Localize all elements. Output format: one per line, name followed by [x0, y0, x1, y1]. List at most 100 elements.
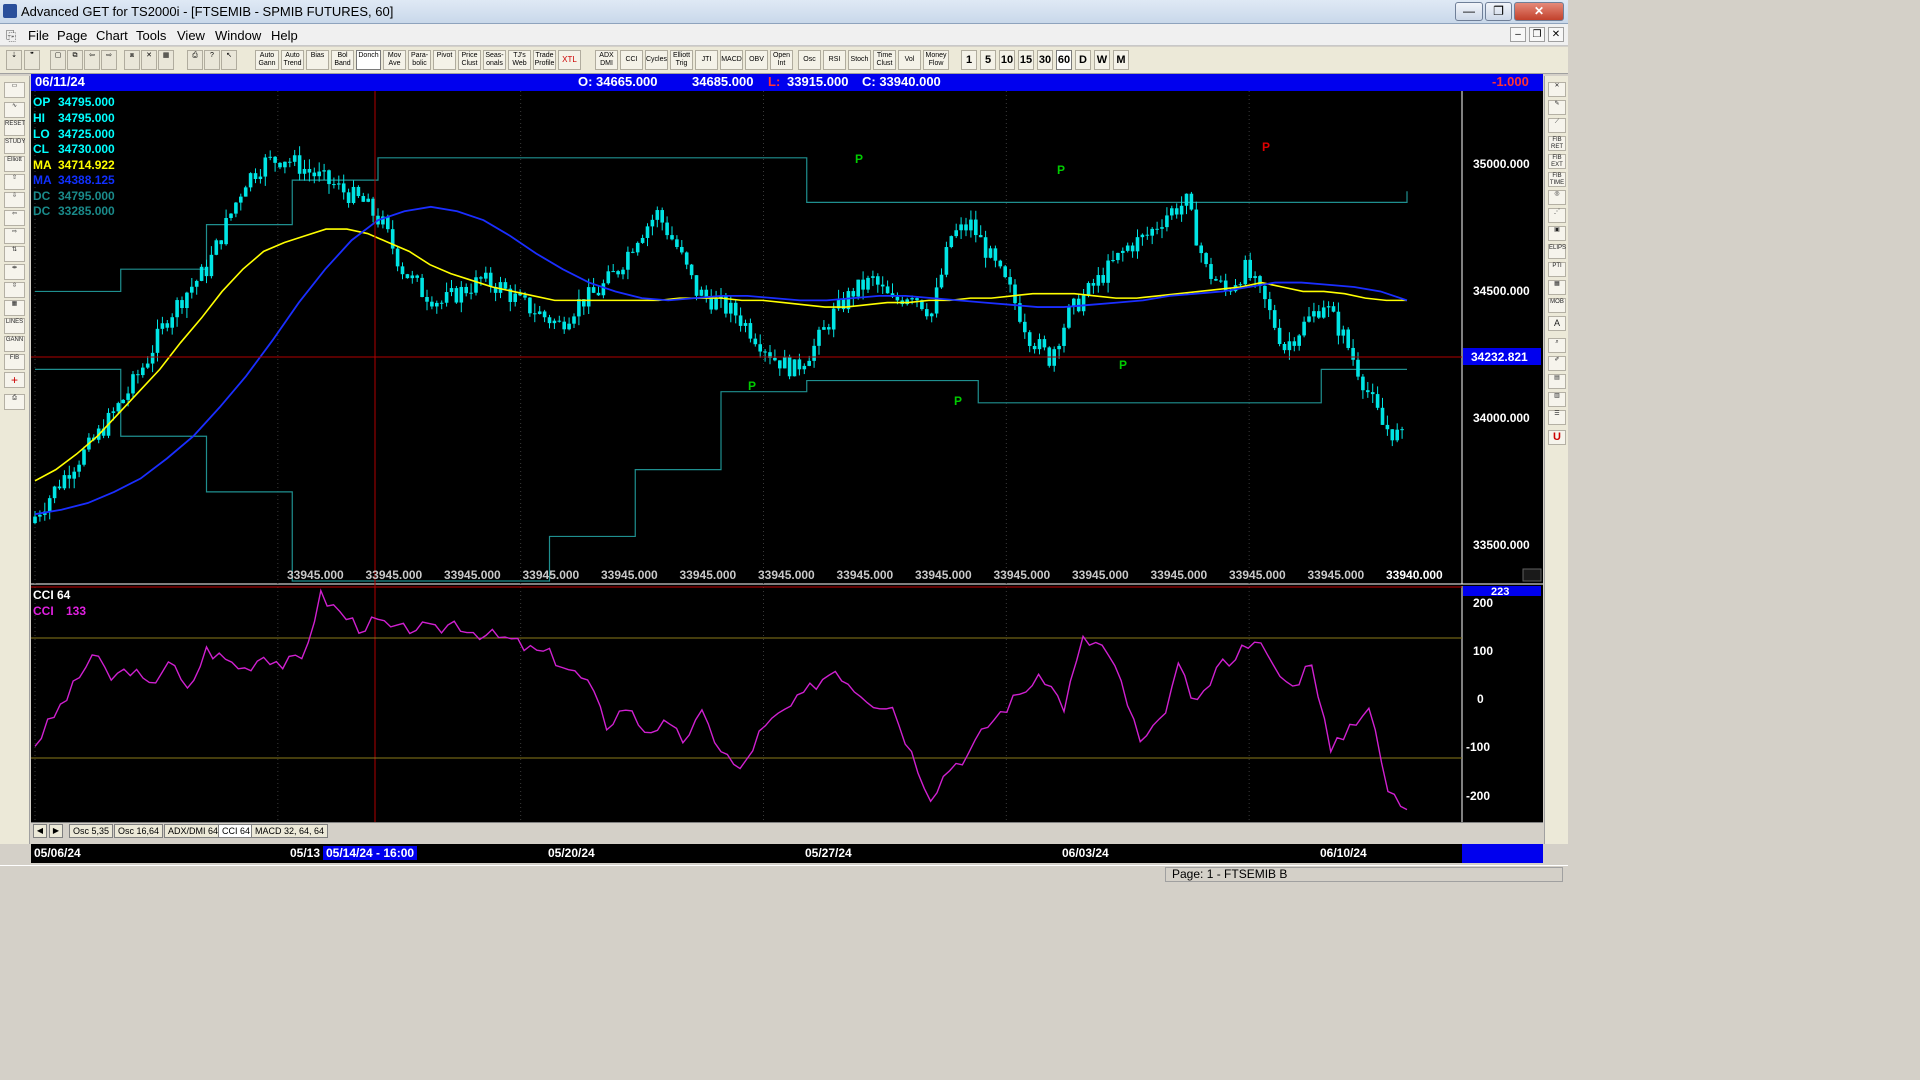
elliott-tool-icon[interactable]: Elliott: [4, 156, 25, 172]
mdi-close-button[interactable]: ✕: [1548, 27, 1564, 42]
cycle-tool-icon[interactable]: ∿: [4, 102, 25, 118]
gann-tool-icon[interactable]: GANN: [4, 336, 25, 352]
tool-money-flow-button[interactable]: Money Flow: [923, 50, 949, 70]
tool-osc-button[interactable]: Osc: [798, 50, 821, 70]
tool-auto-gann-button[interactable]: Auto Gann: [255, 50, 279, 70]
tool-elliott-trig-button[interactable]: Elliott Trig: [670, 50, 693, 70]
mob-tool-icon[interactable]: MOB: [1548, 298, 1566, 313]
reset-tool-icon[interactable]: RESET: [4, 120, 25, 136]
tool-trade-profile-button[interactable]: Trade Profile: [533, 50, 556, 70]
tool-tjs-web-button[interactable]: TJ's Web: [508, 50, 531, 70]
tool-mov-ave-button[interactable]: Mov Ave: [383, 50, 406, 70]
tool-jti-button[interactable]: JTI: [695, 50, 718, 70]
period-5-button[interactable]: 5: [980, 50, 996, 70]
pin-icon[interactable]: ⇣: [6, 50, 22, 70]
tool-price-clust-button[interactable]: Price Clust: [458, 50, 481, 70]
list-tool-icon[interactable]: ☰: [1548, 410, 1566, 425]
period-1-button[interactable]: 1: [961, 50, 977, 70]
scale-tool-icon[interactable]: ⇅: [4, 246, 25, 262]
zoom-tool-icon[interactable]: ⌕: [1548, 338, 1566, 353]
menu-view[interactable]: View: [177, 28, 205, 43]
info-icon[interactable]: ?: [204, 50, 220, 70]
pti-tool-icon[interactable]: PTI: [1548, 262, 1566, 277]
magnet-tool-icon[interactable]: U: [1548, 430, 1566, 445]
tool-time-clust-button[interactable]: Time Clust: [873, 50, 896, 70]
erase-tool-icon[interactable]: ✕: [1548, 82, 1566, 97]
new-page-icon[interactable]: ▢: [50, 50, 66, 70]
menu-chart[interactable]: Chart: [96, 28, 128, 43]
text-tool-icon[interactable]: A: [1548, 316, 1566, 331]
tab-scroll-right-icon[interactable]: ▶: [49, 824, 63, 838]
print-icon[interactable]: ⎙: [187, 50, 203, 70]
tool-macd-button[interactable]: MACD: [720, 50, 743, 70]
fan-tool-icon[interactable]: ⋰: [1548, 208, 1566, 223]
tool-obv-button[interactable]: OBV: [745, 50, 768, 70]
layers-tool-icon[interactable]: ▤: [1548, 374, 1566, 389]
tab-scroll-left-icon[interactable]: ◀: [33, 824, 47, 838]
chart-area[interactable]: P P P P P P OP 34795.000 HI 34795.000 LO…: [31, 91, 1543, 822]
lines-tool-icon[interactable]: LINES: [4, 318, 25, 334]
arrow-up-icon[interactable]: ⇧: [4, 174, 25, 190]
menu-window[interactable]: Window: [215, 28, 261, 43]
delete-icon[interactable]: ✕: [141, 50, 157, 70]
tab-adx-dmi-64[interactable]: ADX/DMI 64: [164, 824, 223, 838]
tool-open-int-button[interactable]: Open Int: [770, 50, 793, 70]
period-daily-button[interactable]: D: [1075, 50, 1091, 70]
page-back-icon[interactable]: ⇦: [84, 50, 100, 70]
circle-tool-icon[interactable]: ◎: [1548, 190, 1566, 205]
tool-cycles-button[interactable]: Cycles: [645, 50, 668, 70]
fib-tool-icon[interactable]: FIB: [4, 354, 25, 370]
menu-tools[interactable]: Tools: [136, 28, 166, 43]
period-30-button[interactable]: 30: [1037, 50, 1053, 70]
trend-tool-icon[interactable]: ⟋: [1548, 118, 1566, 133]
tool-pivot-button[interactable]: Pivot: [433, 50, 456, 70]
tool-bol-band-button[interactable]: Bol Band: [331, 50, 354, 70]
folder-icon[interactable]: ▭: [4, 82, 25, 98]
crosshair-tool-icon[interactable]: +: [4, 372, 25, 388]
arrow-left-icon[interactable]: ⇦: [4, 210, 25, 226]
tool-adx-dmi-button[interactable]: ADX DMI: [595, 50, 618, 70]
menu-file[interactable]: File: [28, 28, 49, 43]
tool-donch-button[interactable]: Donch: [356, 50, 381, 70]
fib-time-tool-icon[interactable]: FIB TIME: [1548, 172, 1566, 187]
marker-tool-icon[interactable]: ✐: [1548, 356, 1566, 371]
tool-stoch-button[interactable]: Stoch: [848, 50, 871, 70]
pencil-tool-icon[interactable]: ✎: [1548, 100, 1566, 115]
tool-seasonals-button[interactable]: Seas- onals: [483, 50, 506, 70]
arrow-down-icon[interactable]: ⇩: [4, 192, 25, 208]
study-tool-icon[interactable]: STUDY: [4, 138, 25, 154]
period-monthly-button[interactable]: M: [1113, 50, 1129, 70]
mdi-minimize-button[interactable]: –: [1510, 27, 1526, 42]
tool-xtl-button[interactable]: XTL: [558, 50, 581, 70]
tab-osc-16-64[interactable]: Osc 16,64: [114, 824, 164, 838]
tool-vol-button[interactable]: Vol: [898, 50, 921, 70]
tool-parabolic-button[interactable]: Para- bolic: [408, 50, 431, 70]
page-forward-icon[interactable]: ⇨: [101, 50, 117, 70]
tab-cci-64[interactable]: CCI 64: [218, 824, 255, 838]
expand-tool-icon[interactable]: ⇹: [4, 264, 25, 280]
quote-icon[interactable]: ❞: [24, 50, 40, 70]
tool-auto-trend-button[interactable]: Auto Trend: [281, 50, 304, 70]
ellipse-tool-icon[interactable]: ELIPS: [1548, 244, 1566, 259]
period-15-button[interactable]: 15: [1018, 50, 1034, 70]
layout-icon[interactable]: ⧈: [124, 50, 140, 70]
tool-rsi-button[interactable]: RSI: [823, 50, 846, 70]
grid-tool-icon[interactable]: ▦: [4, 300, 25, 316]
grid-view-tool-icon[interactable]: ▦: [1548, 280, 1566, 295]
period-60-button[interactable]: 60: [1056, 50, 1072, 70]
arrow-right-icon[interactable]: ⇨: [4, 228, 25, 244]
close-button[interactable]: ✕: [1514, 2, 1564, 21]
tab-osc-5-35[interactable]: Osc 5,35: [69, 824, 114, 838]
mdi-restore-button[interactable]: ❐: [1529, 27, 1545, 42]
period-10-button[interactable]: 10: [999, 50, 1015, 70]
menu-help[interactable]: Help: [271, 28, 298, 43]
help-pointer-icon[interactable]: ↖: [221, 50, 237, 70]
fib-ret-tool-icon[interactable]: FIB RET: [1548, 136, 1566, 151]
maximize-button[interactable]: ❐: [1485, 2, 1512, 21]
menu-page[interactable]: Page: [57, 28, 87, 43]
box-tool-icon[interactable]: ▣: [1548, 226, 1566, 241]
tool-bias-button[interactable]: Bias: [306, 50, 329, 70]
compress-tool-icon[interactable]: ⇳: [4, 282, 25, 298]
stack-tool-icon[interactable]: ▥: [1548, 392, 1566, 407]
tool-cci-button[interactable]: CCI: [620, 50, 643, 70]
